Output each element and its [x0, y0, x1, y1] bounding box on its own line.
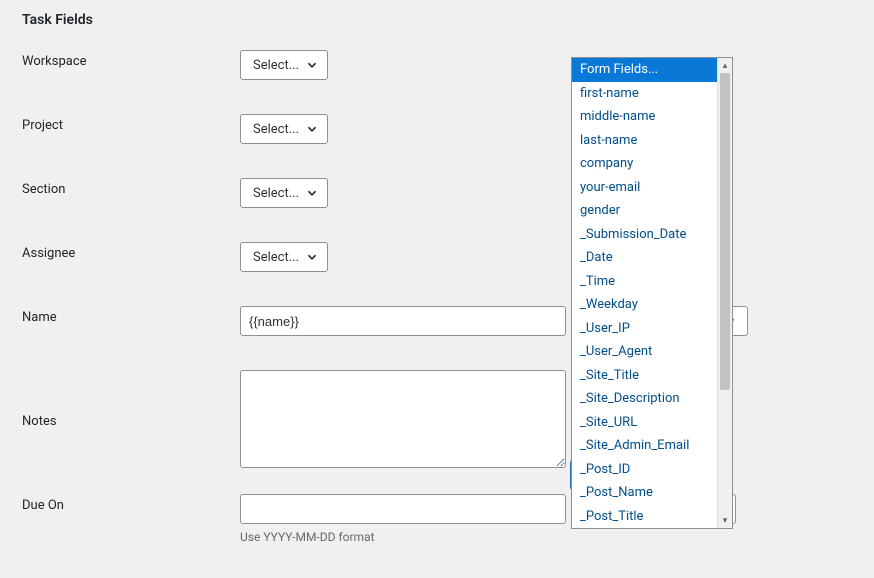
name-label: Name	[22, 306, 240, 325]
dropdown-item[interactable]: _Post_ID	[572, 458, 717, 482]
dropdown-item[interactable]: _Site_Admin_Email	[572, 434, 717, 458]
dropdown-item[interactable]: _Site_Title	[572, 364, 717, 388]
dropdown-item[interactable]: _Weekday	[572, 293, 717, 317]
dropdown-list: Form Fields... first-name middle-name la…	[572, 58, 717, 528]
dropdown-header[interactable]: Form Fields...	[572, 58, 717, 82]
dropdown-item[interactable]: _Post_Title	[572, 505, 717, 529]
notes-textarea[interactable]	[240, 370, 566, 468]
dropdown-item[interactable]: first-name	[572, 82, 717, 106]
project-select-text: Select...	[253, 122, 299, 137]
dropdown-item[interactable]: _Site_URL	[572, 411, 717, 435]
dropdown-item[interactable]: _Date	[572, 246, 717, 270]
dueon-helper: Use YYYY-MM-DD format	[240, 530, 852, 544]
scroll-up-arrow[interactable]: ▴	[718, 58, 732, 73]
project-label: Project	[22, 114, 240, 133]
workspace-select-text: Select...	[253, 58, 299, 73]
project-select[interactable]: Select...	[240, 114, 328, 144]
scroll-down-arrow[interactable]: ▾	[718, 513, 732, 528]
chevron-down-icon	[305, 122, 319, 136]
name-input[interactable]	[240, 306, 566, 336]
dropdown-item[interactable]: _User_Agent	[572, 340, 717, 364]
section-select-text: Select...	[253, 186, 299, 201]
workspace-select[interactable]: Select...	[240, 50, 328, 80]
dropdown-item[interactable]: _Time	[572, 270, 717, 294]
assignee-label: Assignee	[22, 242, 240, 261]
dueon-label: Due On	[22, 494, 240, 513]
section-label: Section	[22, 178, 240, 197]
scroll-thumb[interactable]	[720, 73, 730, 390]
dropdown-item[interactable]: _Site_Description	[572, 387, 717, 411]
chevron-down-icon	[305, 250, 319, 264]
dropdown-item[interactable]: _Post_Name	[572, 481, 717, 505]
chevron-down-icon	[305, 58, 319, 72]
dropdown-item[interactable]: gender	[572, 199, 717, 223]
section-select[interactable]: Select...	[240, 178, 328, 208]
notes-label: Notes	[22, 410, 240, 429]
dropdown-item[interactable]: company	[572, 152, 717, 176]
assignee-select[interactable]: Select...	[240, 242, 328, 272]
dropdown-item[interactable]: your-email	[572, 176, 717, 200]
chevron-down-icon	[305, 186, 319, 200]
assignee-select-text: Select...	[253, 250, 299, 265]
scroll-track[interactable]	[718, 73, 732, 513]
dropdown-item[interactable]: middle-name	[572, 105, 717, 129]
workspace-label: Workspace	[22, 50, 240, 69]
formfields-dropdown: Form Fields... first-name middle-name la…	[571, 57, 733, 529]
dropdown-item[interactable]: _Submission_Date	[572, 223, 717, 247]
scrollbar[interactable]: ▴ ▾	[717, 58, 732, 528]
dueon-input[interactable]	[240, 494, 566, 524]
dropdown-item[interactable]: _User_IP	[572, 317, 717, 341]
dropdown-item[interactable]: last-name	[572, 129, 717, 153]
form-area: Workspace Select... Project Select... Se…	[0, 28, 874, 544]
section-title: Task Fields	[0, 0, 874, 28]
